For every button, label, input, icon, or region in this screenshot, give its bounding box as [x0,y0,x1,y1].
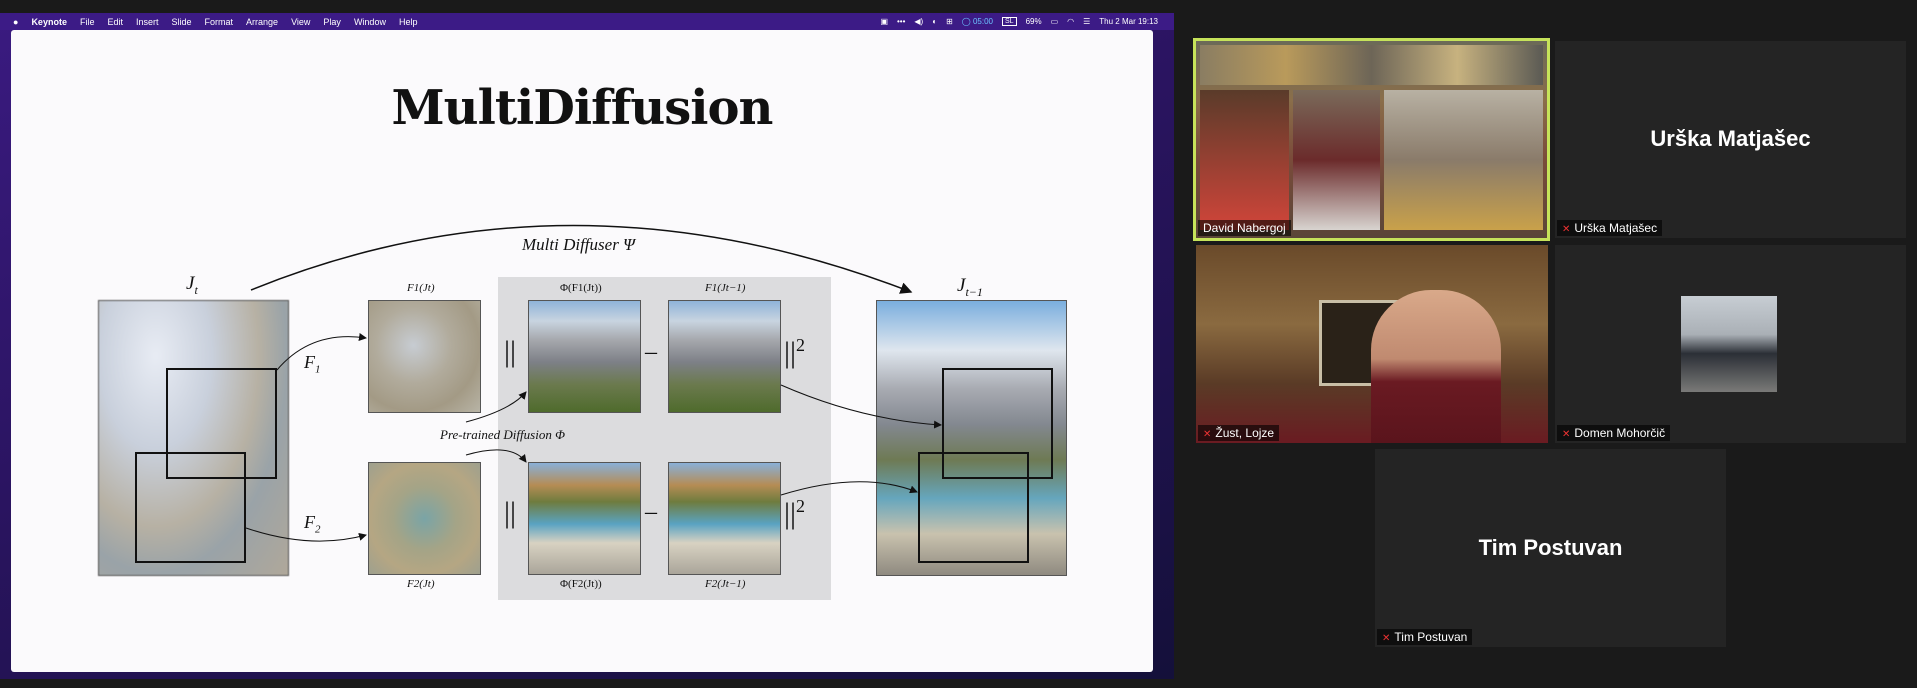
mic-muted-icon: ✕ [1562,429,1571,440]
menu-insert[interactable]: Insert [136,17,159,27]
profile-photo [1681,296,1777,392]
menubar-status: ▣ ••• ◀) ◐ ⊞ ◯ 05:00 SL 69% ▭ ◠ ☰ Thu 2 … [880,13,1158,30]
video-feed [1200,45,1543,85]
participant-tile-david[interactable]: David Nabergoj [1193,38,1550,241]
keyboard-input-source[interactable]: SL [1002,17,1017,26]
participant-name: David Nabergoj [1198,220,1291,236]
menu-arrange[interactable]: Arrange [246,17,278,27]
video-feed [1384,90,1543,230]
participant-tile-urska[interactable]: Urška Matjašec ✕ Urška Matjašec [1555,41,1906,238]
menu-view[interactable]: View [291,17,310,27]
arrow-to-output-2 [780,481,918,496]
menu-slide[interactable]: Slide [172,17,192,27]
battery-percent: 69% [1025,17,1042,26]
participant-name: Tim Postuvan [1394,630,1468,644]
menu-play[interactable]: Play [323,17,341,27]
menu-help[interactable]: Help [399,17,418,27]
apple-icon[interactable]: ● [13,17,18,27]
arrow-diffusion-2 [465,449,527,463]
participant-tile-zust[interactable]: ✕ Žust, Lojze [1196,245,1548,443]
participant-display-name: Urška Matjašec [1650,126,1811,151]
volume-icon[interactable]: ◀) [914,17,923,26]
participant-tile-domen[interactable]: ✕ Domen Mohorčič [1555,245,1906,443]
add-icon[interactable]: ⊞ [946,17,953,26]
participant-name: Urška Matjašec [1574,221,1658,235]
mic-muted-icon: ✕ [1203,429,1212,440]
arrow-to-output-1 [780,384,942,429]
video-feed [1293,90,1380,230]
battery-icon[interactable]: ▭ [1051,17,1059,26]
datetime[interactable]: Thu 2 Mar 19:13 [1099,17,1158,26]
multi-diffuser-arrow [250,224,913,294]
participant-name: Domen Mohorčič [1574,426,1666,440]
mic-muted-icon: ✕ [1562,224,1571,235]
more-icon[interactable]: ••• [897,17,905,26]
menu-window[interactable]: Window [354,17,386,27]
mac-menubar: ● Keynote File Edit Insert Slide Format … [0,13,1174,30]
participant-tile-tim[interactable]: Tim Postuvan ✕ Tim Postuvan [1375,449,1726,647]
wifi-icon[interactable]: ◠ [1067,17,1074,26]
keynote-slide: MultiDiffusion Jt F1 F2 F1(Jt) F2(Jt) Pr… [11,30,1153,672]
menubar-app-name[interactable]: Keynote [31,17,67,27]
participant-label: ✕ Urška Matjašec [1557,220,1663,236]
menu-format[interactable]: Format [205,17,234,27]
arrow-diffusion-1 [465,391,527,423]
video-person [1371,290,1501,443]
screen-share-icon[interactable]: ▣ [880,17,888,26]
menu-file[interactable]: File [80,17,95,27]
diagram-arrows [245,224,942,542]
participant-label: ✕ Tim Postuvan [1377,629,1473,645]
shield-icon[interactable]: ◐ [932,17,937,26]
video-feed [1200,90,1289,230]
timer-display[interactable]: ◯ 05:00 [962,17,993,26]
participant-name: Žust, Lojze [1215,426,1275,440]
control-center-icon[interactable]: ☰ [1083,17,1090,26]
mic-muted-icon: ✕ [1382,633,1391,644]
arrow-f1-crop [276,333,367,371]
menu-edit[interactable]: Edit [107,17,123,27]
arrow-f2-crop [245,527,367,542]
participant-label: ✕ Žust, Lojze [1198,425,1280,441]
timer-text: 05:00 [972,17,993,26]
participant-display-name: Tim Postuvan [1478,535,1623,560]
participant-label: ✕ Domen Mohorčič [1557,425,1671,441]
